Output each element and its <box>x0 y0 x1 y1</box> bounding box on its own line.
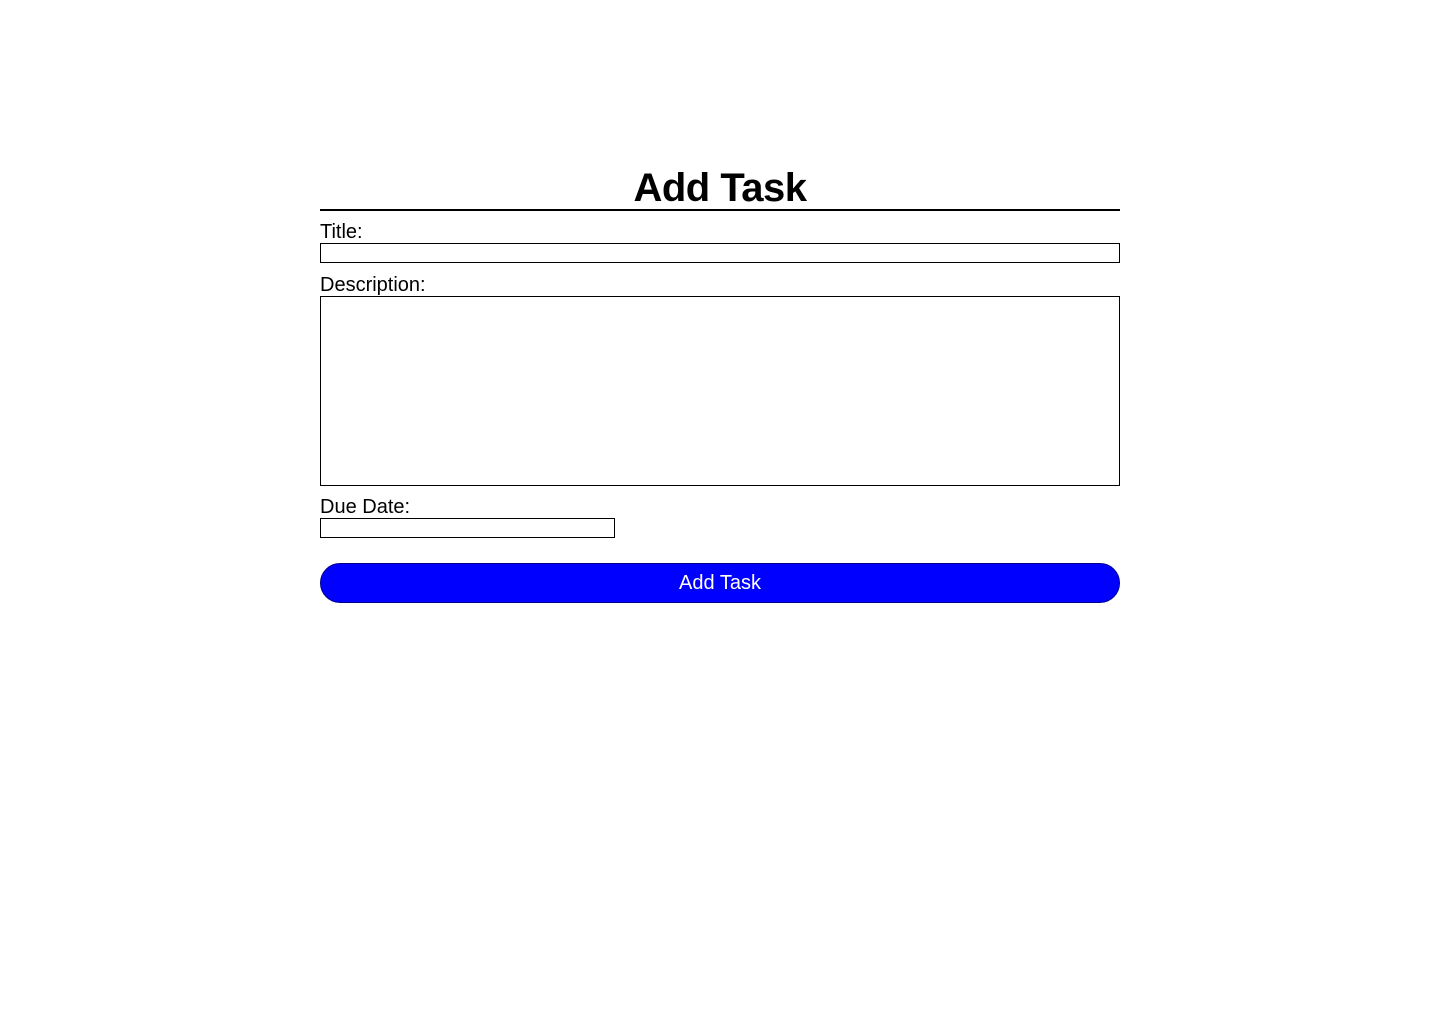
due-date-input[interactable] <box>320 518 615 538</box>
add-task-form: Add Task Title: Description: Due Date: A… <box>320 166 1120 603</box>
description-label: Description: <box>320 274 426 296</box>
page-title: Add Task <box>320 166 1120 211</box>
title-label: Title: <box>320 221 363 243</box>
add-task-button[interactable]: Add Task <box>320 563 1120 603</box>
description-textarea[interactable] <box>320 296 1120 486</box>
title-input[interactable] <box>320 243 1120 263</box>
due-date-label: Due Date: <box>320 496 411 518</box>
